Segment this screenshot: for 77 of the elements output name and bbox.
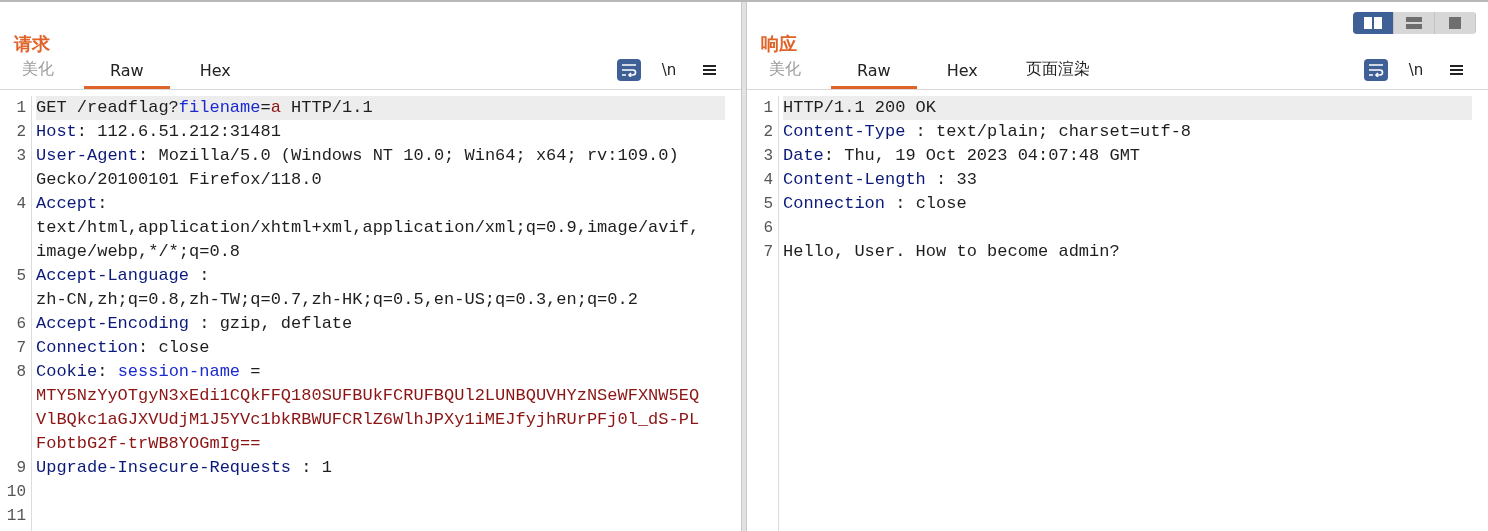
line-number: 1	[0, 96, 32, 120]
header-name: Accept-Encoding	[36, 314, 190, 333]
code-text: : 112.6.51.212:31481	[76, 122, 281, 141]
param-name: filename	[178, 98, 261, 117]
code-text: : close	[138, 338, 210, 357]
code-text: GET /readflag?	[36, 98, 179, 117]
columns-icon	[1364, 17, 1382, 29]
line-number: 5	[0, 264, 32, 312]
code-text: :	[198, 266, 210, 285]
line-number: 2	[0, 120, 32, 144]
header-name: Date	[783, 146, 824, 165]
header-name: Accept-Language	[36, 266, 190, 285]
code-text: text/html,application/xhtml+xml,application/xml;q=0.9,image/avif,	[36, 218, 700, 237]
line-number: 6	[747, 216, 779, 240]
param-value: FobtbG2f-trWB8YOGmIg==	[36, 434, 261, 453]
line-number: 7	[0, 336, 32, 360]
rows-icon	[1406, 17, 1422, 29]
header-name: Connection	[36, 338, 139, 357]
param-value: a	[270, 98, 281, 117]
code-text: : Mozilla/5.0 (Windows NT 10.0; Win64; x64; rv:109.0)	[138, 146, 679, 165]
header-name: Content-Length	[783, 170, 926, 189]
tab[interactable]: Hex	[181, 61, 249, 89]
menu-icon	[1449, 64, 1463, 76]
code-text: : 33	[935, 170, 977, 189]
line-number: 10	[0, 480, 32, 504]
wrap-icon	[1368, 63, 1384, 77]
code-text: Gecko/20100101 Firefox/118.0	[36, 170, 322, 189]
header-name: Upgrade-Insecure-Requests	[36, 458, 292, 477]
line-number: 11	[0, 504, 32, 528]
code-text: :	[97, 362, 109, 381]
menu-icon	[702, 64, 716, 76]
code-text: : Thu, 19 Oct 2023 04:07:48 GMT	[823, 146, 1141, 165]
line-number: 7	[747, 240, 779, 264]
code-text: : gzip, deflate	[198, 314, 353, 333]
header-name: User-Agent	[36, 146, 139, 165]
param-value: VlBQkc1aGJXVUdjM1J5YVc1bkRBWUFCRlZ6WlhJPXy1iMEJfyjhRUrPFj0l_dS-PL	[36, 410, 700, 429]
line-number: 3	[747, 144, 779, 168]
wrap-button[interactable]	[617, 59, 641, 81]
line-number: 8	[0, 360, 32, 456]
code-text: Hello, User. How to become admin?	[783, 242, 1120, 261]
header-name: Host	[36, 122, 77, 141]
line-number: 3	[0, 144, 32, 192]
code-text: =	[249, 362, 261, 381]
header-name: Connection	[783, 194, 886, 213]
code-text: HTTP/1.1 200 OK	[783, 98, 937, 117]
layout-button[interactable]	[1353, 12, 1394, 34]
pane-title: 请求	[14, 32, 50, 56]
code-text: =	[260, 98, 271, 117]
param-name: session-name	[117, 362, 241, 381]
header-name: Accept	[36, 194, 98, 213]
tab[interactable]: Raw	[84, 61, 170, 89]
line-number: 1	[747, 96, 779, 120]
code-text: : text/plain; charset=utf-8	[914, 122, 1192, 141]
tab[interactable]: Raw	[831, 61, 917, 89]
code-text: : close	[894, 194, 967, 213]
tab[interactable]: Hex	[928, 61, 996, 89]
square-icon	[1449, 17, 1461, 29]
line-number: 4	[747, 168, 779, 192]
tab[interactable]: 页面渲染	[1007, 59, 1108, 89]
line-number: 4	[0, 192, 32, 264]
code-text: : 1	[300, 458, 332, 477]
header-name: Cookie	[36, 362, 98, 381]
pane-title: 响应	[761, 32, 797, 56]
newline-button[interactable]: \n	[657, 59, 681, 81]
code-text: image/webp,*/*;q=0.8	[36, 242, 241, 261]
code-text: HTTP/1.1	[290, 98, 373, 117]
param-value: MTY5NzYyOTgyN3xEdi1CQkFFQ180SUFBUkFCRUFBQUl2LUNBQUVHYzNSeWFXNW5EQ	[36, 386, 700, 405]
wrap-icon	[621, 63, 637, 77]
line-number: 2	[747, 120, 779, 144]
line-number: 5	[747, 192, 779, 216]
line-number: 9	[0, 456, 32, 480]
wrap-button[interactable]	[1364, 59, 1388, 81]
code-text: :	[97, 194, 108, 213]
header-name: Content-Type	[783, 122, 906, 141]
line-number: 6	[0, 312, 32, 336]
code-text: zh-CN,zh;q=0.8,zh-TW;q=0.7,zh-HK;q=0.5,en-US;q=0.3,en;q=0.2	[36, 290, 638, 309]
newline-button[interactable]: \n	[1404, 59, 1428, 81]
